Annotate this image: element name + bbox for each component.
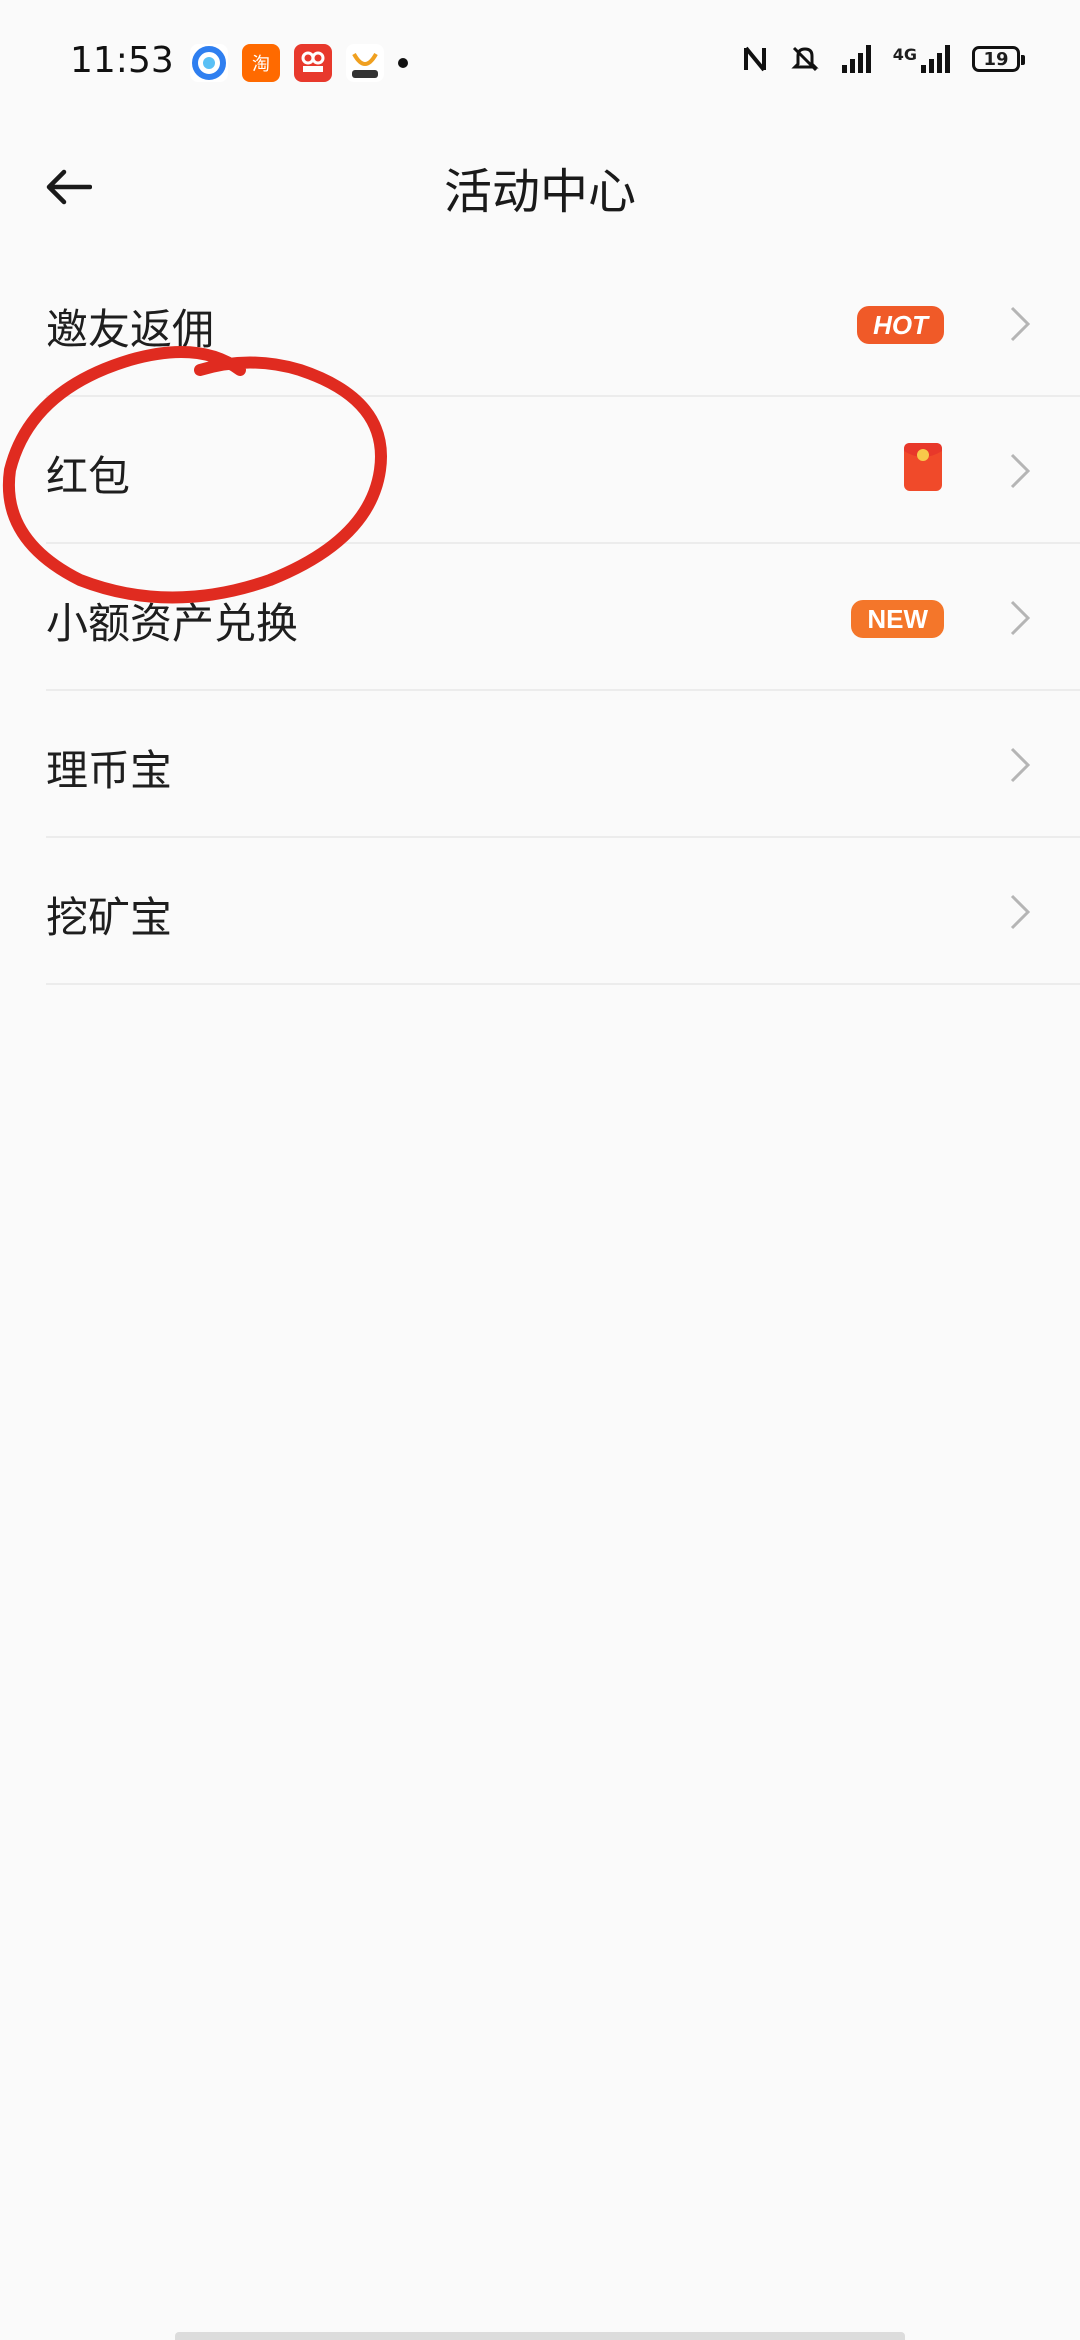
- status-right: 4G 19: [742, 44, 1025, 74]
- notification-dot-icon: [398, 58, 408, 68]
- menu-item-label: 小额资产兑换: [46, 599, 299, 648]
- red-packet-icon: [904, 443, 942, 491]
- mute-bell-icon: [791, 46, 819, 72]
- signal-4g-icon: [921, 45, 950, 73]
- menu-item-label: 红包: [46, 452, 131, 501]
- app-icon-2: [346, 44, 384, 82]
- chevron-right-icon: [1010, 306, 1031, 342]
- page-title: 活动中心: [443, 164, 636, 220]
- signal-4g: 4G: [893, 45, 950, 73]
- browser-icon: [190, 44, 228, 82]
- status-bar: 11:53 淘 4G 19: [0, 0, 1080, 130]
- battery-icon: 19: [972, 46, 1025, 72]
- status-time: 11:53: [70, 40, 174, 81]
- hot-badge: HOT: [857, 306, 944, 344]
- menu-item-licaibao[interactable]: 理币宝: [46, 691, 1080, 838]
- menu-item-label: 挖矿宝: [46, 893, 173, 942]
- nfc-icon: [743, 46, 766, 72]
- header: 活动中心: [0, 130, 1080, 250]
- taobao-icon: 淘: [242, 44, 280, 82]
- new-badge: NEW: [851, 600, 944, 638]
- status-app-icons: 淘: [190, 44, 408, 82]
- menu-item-small-asset-exchange[interactable]: 小额资产兑换 NEW: [46, 544, 1080, 691]
- menu-item-wakuangbao[interactable]: 挖矿宝: [46, 838, 1080, 985]
- network-label: 4G: [892, 45, 917, 64]
- menu-item-label: 邀友返佣: [46, 305, 215, 354]
- menu-item-red-packet[interactable]: 红包: [46, 397, 1080, 544]
- menu-item-invite-rebate[interactable]: 邀友返佣 HOT: [46, 250, 1080, 397]
- signal-icon: [841, 45, 871, 73]
- chevron-right-icon: [1010, 747, 1031, 783]
- chevron-right-icon: [1010, 894, 1031, 930]
- chevron-right-icon: [1010, 600, 1031, 636]
- menu-list: 邀友返佣 HOT 红包 小额资产兑换 NEW 理币宝 挖矿宝: [0, 250, 1080, 985]
- battery-level: 19: [983, 48, 1009, 70]
- menu-item-label: 理币宝: [46, 746, 173, 795]
- app-icon: [294, 44, 332, 82]
- chevron-right-icon: [1010, 453, 1031, 489]
- home-indicator: [175, 2332, 905, 2340]
